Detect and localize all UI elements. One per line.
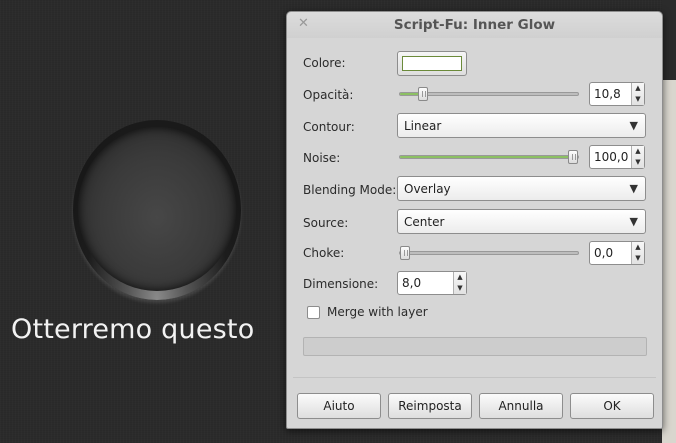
reset-button[interactable]: Reimposta bbox=[388, 393, 472, 419]
source-dropdown[interactable]: Center ▼ bbox=[397, 209, 646, 234]
spin-down-icon[interactable]: ▼ bbox=[632, 253, 644, 264]
spin-down-icon[interactable]: ▼ bbox=[632, 94, 644, 105]
color-swatch bbox=[402, 56, 462, 71]
choke-value: 0,0 bbox=[594, 246, 614, 260]
choke-spin-arrows: ▲ ▼ bbox=[631, 242, 644, 264]
opacity-slider-handle[interactable] bbox=[418, 87, 429, 101]
help-button[interactable]: Aiuto bbox=[297, 393, 381, 419]
dropdown-arrow-icon: ▼ bbox=[629, 182, 638, 195]
button-separator bbox=[293, 377, 656, 378]
ok-button[interactable]: OK bbox=[570, 393, 654, 419]
contour-dropdown[interactable]: Linear ▼ bbox=[397, 113, 646, 138]
size-label: Dimensione: bbox=[303, 277, 379, 291]
noise-slider-handle[interactable] bbox=[568, 150, 578, 164]
dialog-titlebar[interactable]: ✕ Script-Fu: Inner Glow bbox=[287, 12, 662, 38]
contour-value: Linear bbox=[404, 119, 442, 133]
inner-glow-dialog: ✕ Script-Fu: Inner Glow Colore: Opacità:… bbox=[286, 11, 663, 429]
contour-label: Contour: bbox=[303, 120, 355, 134]
merge-label[interactable]: Merge with layer bbox=[327, 305, 428, 319]
noise-value: 100,0 bbox=[594, 150, 629, 164]
color-picker-button[interactable] bbox=[397, 51, 467, 76]
spin-up-icon[interactable]: ▲ bbox=[632, 146, 644, 157]
opacity-slider[interactable] bbox=[399, 87, 579, 101]
noise-label: Noise: bbox=[303, 151, 341, 165]
source-label: Source: bbox=[303, 216, 349, 230]
button-face-graphic bbox=[78, 127, 236, 291]
spin-down-icon[interactable]: ▼ bbox=[454, 283, 466, 294]
noise-slider-fill bbox=[400, 156, 573, 158]
opacity-value: 10,8 bbox=[594, 87, 621, 101]
size-spin-arrows: ▲ ▼ bbox=[453, 272, 466, 294]
choke-slider[interactable] bbox=[399, 246, 579, 260]
noise-spin-arrows: ▲ ▼ bbox=[631, 146, 644, 168]
choke-label: Choke: bbox=[303, 246, 345, 260]
spin-up-icon[interactable]: ▲ bbox=[454, 272, 466, 283]
dialog-title: Script-Fu: Inner Glow bbox=[393, 17, 556, 33]
blending-mode-label: Blending Mode: bbox=[303, 183, 397, 197]
dropdown-arrow-icon: ▼ bbox=[629, 119, 638, 132]
blending-mode-dropdown[interactable]: Overlay ▼ bbox=[397, 176, 646, 201]
blending-mode-value: Overlay bbox=[404, 182, 451, 196]
canvas-right-edge-dark bbox=[662, 0, 676, 80]
progress-bar bbox=[303, 337, 647, 356]
canvas-caption: Otterremo questo bbox=[11, 314, 255, 345]
size-value: 8,0 bbox=[402, 276, 422, 290]
cancel-button[interactable]: Annulla bbox=[479, 393, 563, 419]
merge-checkbox[interactable] bbox=[307, 306, 320, 319]
dropdown-arrow-icon: ▼ bbox=[629, 215, 638, 228]
spin-down-icon[interactable]: ▼ bbox=[632, 157, 644, 168]
opacity-spin-arrows: ▲ ▼ bbox=[631, 83, 644, 105]
size-spinbox[interactable]: 8,0 ▲ ▼ bbox=[397, 271, 467, 295]
choke-slider-handle[interactable] bbox=[400, 246, 410, 260]
choke-spinbox[interactable]: 0,0 ▲ ▼ bbox=[589, 241, 645, 265]
color-label: Colore: bbox=[303, 56, 346, 70]
spin-up-icon[interactable]: ▲ bbox=[632, 83, 644, 94]
opacity-label: Opacità: bbox=[303, 88, 354, 102]
noise-slider[interactable] bbox=[399, 150, 579, 164]
spin-up-icon[interactable]: ▲ bbox=[632, 242, 644, 253]
opacity-spinbox[interactable]: 10,8 ▲ ▼ bbox=[589, 82, 645, 106]
noise-spinbox[interactable]: 100,0 ▲ ▼ bbox=[589, 145, 645, 169]
source-value: Center bbox=[404, 215, 445, 229]
